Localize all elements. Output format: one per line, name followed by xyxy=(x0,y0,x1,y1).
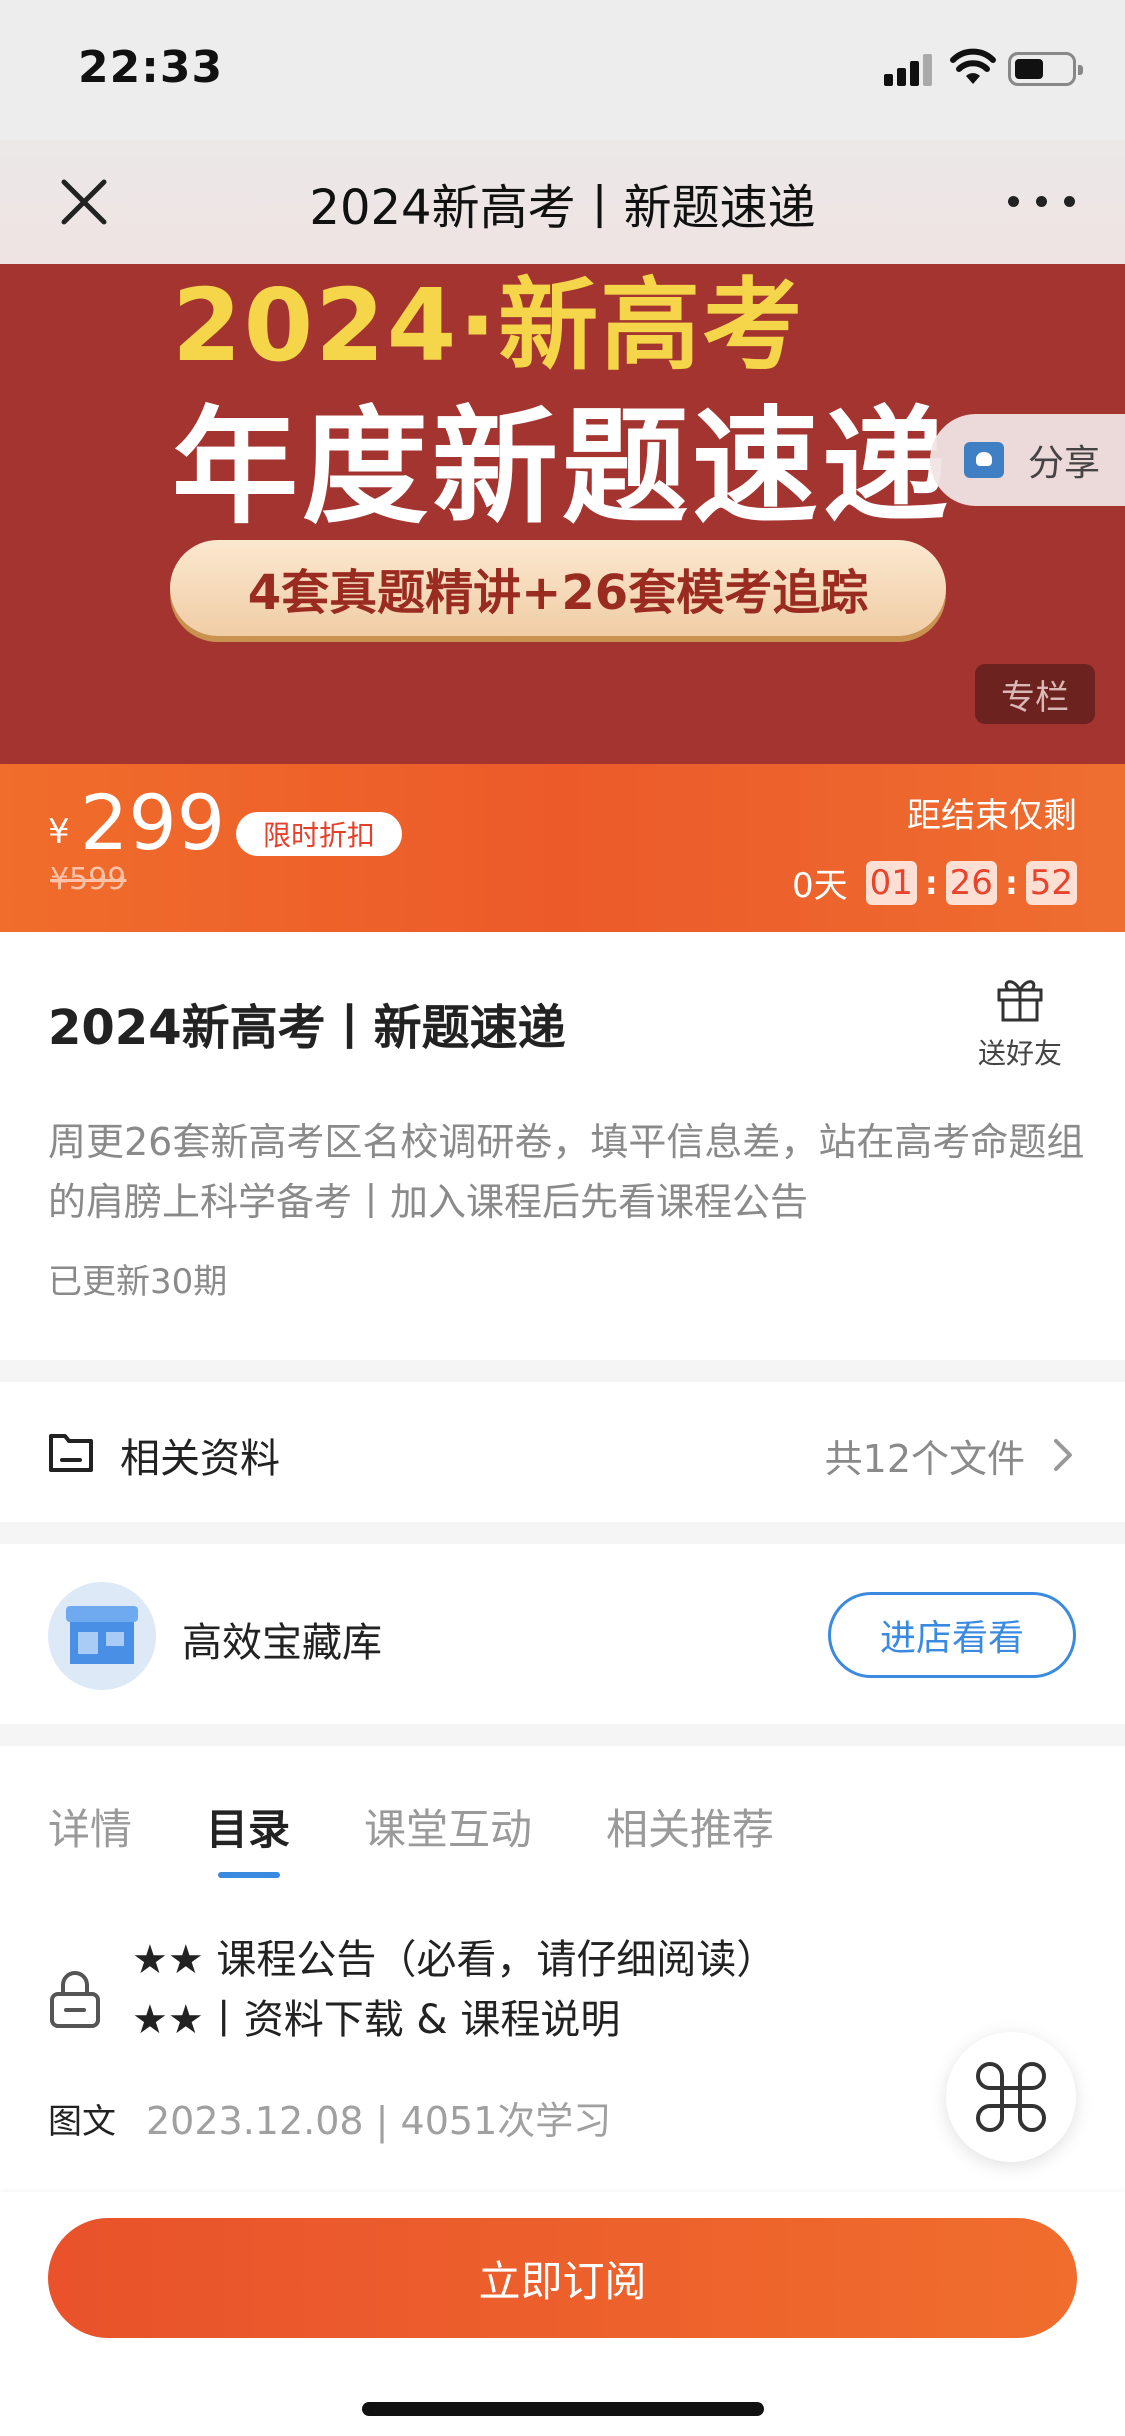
lock-icon xyxy=(50,1971,100,2028)
banner-pill: 4套真题精讲+26套模考追踪 xyxy=(170,540,946,636)
tab-class-interaction[interactable]: 课堂互动 xyxy=(364,1796,532,1857)
store-avatar[interactable] xyxy=(48,1582,156,1690)
lesson-meta: 2023.12.08 | 4051次学习 xyxy=(146,2099,612,2143)
materials-label: 相关资料 xyxy=(120,1436,280,1482)
lesson-type: 图文 xyxy=(48,2102,116,2142)
banner-pill-text: 4套真题精讲+26套模考追踪 xyxy=(247,565,869,621)
countdown-seconds: 52 xyxy=(1025,860,1077,905)
section-divider xyxy=(0,1724,1125,1746)
bottom-bar: 立即订阅 xyxy=(0,2192,1125,2436)
more-icon[interactable] xyxy=(1008,192,1078,212)
cellular-signal-icon xyxy=(884,52,934,86)
section-divider xyxy=(0,1360,1125,1382)
tab-details[interactable]: 详情 xyxy=(48,1796,132,1857)
folder-icon xyxy=(49,1434,93,1472)
lesson-title-line: ★★丨资料下载 & 课程说明 xyxy=(132,1997,621,2043)
course-page: 22:33 2024新高考丨新题速递 2024·新高考 年度新题速递 4套真题精… xyxy=(0,0,1125,2436)
materials-count: 共12个文件 xyxy=(824,1437,1025,1481)
close-icon[interactable] xyxy=(56,174,112,230)
gift-to-friend-button[interactable]: 送好友 xyxy=(966,972,1074,1072)
currency-symbol: ¥ xyxy=(48,812,70,852)
countdown-minutes: 26 xyxy=(945,860,997,905)
course-banner: 2024·新高考 年度新题速递 4套真题精讲+26套模考追踪 分享 专栏 xyxy=(0,264,1125,764)
wifi-icon xyxy=(950,48,996,84)
chevron-right-icon xyxy=(1054,1439,1072,1471)
status-bar: 22:33 xyxy=(0,0,1125,140)
share-button[interactable]: 分享 xyxy=(930,414,1125,506)
countdown-timer: 0天 01 : 26 : 52 xyxy=(792,858,1077,907)
discount-badge: 限时折扣 xyxy=(236,812,402,856)
floating-menu-button[interactable] xyxy=(946,2032,1076,2162)
price-bar: ¥ 299 限时折扣 ¥599 距结束仅剩 0天 01 : 26 : 52 xyxy=(0,764,1125,932)
current-price: 299 xyxy=(80,778,226,867)
course-description: 周更26套新高考区名校调研卷，填平信息差，站在高考命题组的肩膀上科学备考丨加入课… xyxy=(48,1120,1085,1224)
page-title: 2024新高考丨新题速递 xyxy=(309,180,816,236)
lesson-title-line: ★★ 课程公告（必看，请仔细阅读） xyxy=(132,1937,777,1983)
tab-catalog[interactable]: 目录 xyxy=(206,1796,290,1857)
home-indicator xyxy=(362,2402,764,2416)
store-icon xyxy=(66,1606,138,1664)
navigation-bar: 2024新高考丨新题速递 xyxy=(0,140,1125,264)
update-count: 已更新30期 xyxy=(48,1262,228,1302)
countdown-hours: 01 xyxy=(865,860,917,905)
gift-icon xyxy=(997,980,1043,1022)
status-time: 22:33 xyxy=(78,42,224,93)
visit-store-button[interactable]: 进店看看 xyxy=(828,1592,1076,1678)
battery-icon xyxy=(1008,52,1083,86)
related-materials-row[interactable]: 相关资料 共12个文件 xyxy=(0,1384,1125,1522)
store-row: 高效宝藏库 进店看看 xyxy=(0,1544,1125,1724)
original-price: ¥599 xyxy=(50,862,127,897)
command-icon xyxy=(976,2062,1046,2132)
store-name: 高效宝藏库 xyxy=(182,1620,382,1666)
share-label: 分享 xyxy=(1028,443,1101,484)
subscribe-button[interactable]: 立即订阅 xyxy=(48,2218,1077,2338)
countdown-label: 距结束仅剩 xyxy=(907,796,1077,836)
countdown-separator: : xyxy=(924,863,938,902)
course-title: 2024新高考丨新题速递 xyxy=(48,1000,566,1056)
content-tabs: 详情 目录 课堂互动 相关推荐 xyxy=(0,1746,1125,1896)
countdown-days: 0天 xyxy=(791,866,848,906)
banner-headline: 年度新题速递 xyxy=(172,394,952,541)
section-divider xyxy=(0,1522,1125,1544)
column-tag: 专栏 xyxy=(975,664,1095,724)
active-tab-indicator xyxy=(218,1872,280,1878)
countdown-separator: : xyxy=(1004,863,1018,902)
gift-label: 送好友 xyxy=(977,1037,1062,1070)
tab-recommendations[interactable]: 相关推荐 xyxy=(606,1796,774,1857)
lesson-title: ★★ 课程公告（必看，请仔细阅读） ★★丨资料下载 & 课程说明 xyxy=(132,1930,932,2050)
share-icon xyxy=(964,442,1004,478)
